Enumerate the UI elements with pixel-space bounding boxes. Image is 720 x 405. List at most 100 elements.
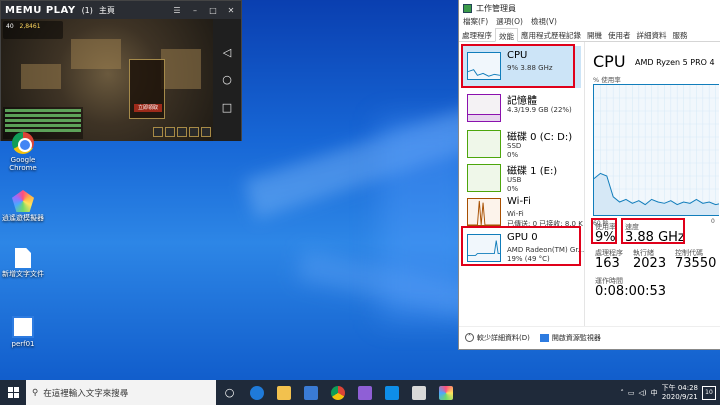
skill-bar[interactable] bbox=[153, 127, 211, 137]
player-level: 40 bbox=[6, 23, 14, 30]
skill-slot[interactable] bbox=[201, 127, 211, 137]
system-tray[interactable]: ˄ ▭ ◁) 中 下午 04:28 2020/9/21 10 bbox=[620, 384, 720, 402]
maximize-icon[interactable]: □ bbox=[207, 6, 219, 15]
resource-monitor-icon bbox=[539, 333, 549, 342]
memu-colored-icon[interactable] bbox=[432, 380, 459, 405]
handles-value: 73550 bbox=[675, 256, 717, 271]
emulator-window[interactable]: MEMU PLAY (1) 主頁 ☰ – □ ✕ 40 2,8461 立即領取 … bbox=[0, 0, 242, 141]
emulator-tab[interactable]: 主頁 bbox=[99, 5, 115, 16]
performance-detail: CPU AMD Ryzen 5 PRO 4 % 使用率 60 秒 0 使用率 9… bbox=[591, 42, 719, 326]
desktop-icon-document[interactable]: 新增文字文件 bbox=[0, 248, 46, 278]
taskbar: ⚲ 在這裡輸入文字來搜尋 ○ ˄ ▭ ◁) 中 下午 04:28 2020/9/… bbox=[0, 380, 720, 405]
tab-app-history[interactable]: 應用程式歷程記錄 bbox=[518, 28, 584, 41]
network-icon[interactable]: ▭ bbox=[628, 389, 635, 397]
menu-icon[interactable]: ☰ bbox=[171, 6, 183, 15]
volume-icon[interactable]: ◁) bbox=[638, 389, 646, 397]
claim-button[interactable]: 立即領取 bbox=[134, 104, 162, 112]
edge-icon[interactable] bbox=[243, 380, 270, 405]
skill-slot[interactable] bbox=[165, 127, 175, 137]
search-placeholder: 在這裡輸入文字來搜尋 bbox=[43, 388, 129, 399]
highlight-gpu bbox=[461, 226, 581, 266]
memu-icon bbox=[12, 190, 34, 212]
game-screen[interactable]: 40 2,8461 立即領取 bbox=[1, 19, 215, 141]
emulator-titlebar[interactable]: MEMU PLAY (1) 主頁 ☰ – □ ✕ bbox=[1, 1, 241, 19]
highlight-speed bbox=[621, 218, 685, 244]
teamviewer-icon[interactable] bbox=[378, 380, 405, 405]
x-axis-right: 0 bbox=[711, 218, 715, 225]
emulator-title: MEMU PLAY bbox=[5, 4, 76, 16]
menu-view[interactable]: 檢視(V) bbox=[531, 16, 557, 28]
skill-slot[interactable] bbox=[153, 127, 163, 137]
tab-startup[interactable]: 開機 bbox=[584, 28, 605, 41]
performance-icon bbox=[12, 316, 34, 338]
chrome-icon bbox=[12, 132, 34, 154]
menu-file[interactable]: 檔案(F) bbox=[463, 16, 488, 28]
resource-subtitle: Wi-Fi bbox=[507, 210, 524, 218]
resource-title: 磁碟 0 (C: D:) bbox=[507, 132, 573, 143]
chevron-up-icon: ˄ bbox=[465, 333, 474, 342]
desktop-icon-chrome[interactable]: Google Chrome bbox=[0, 132, 46, 172]
cpu-model: AMD Ryzen 5 PRO 4 bbox=[635, 58, 715, 67]
player-gold: 2,8461 bbox=[19, 23, 41, 30]
utilization-label: % 使用率 bbox=[593, 76, 621, 84]
uptime-value: 0:08:00:53 bbox=[595, 284, 667, 299]
desktop-icon-memu[interactable]: 逍遙遊模擬器 bbox=[0, 190, 46, 222]
tab-bar[interactable]: 處理程序 效能 應用程式歷程記錄 開機 使用者 詳細資料 服務 bbox=[459, 28, 720, 42]
close-icon[interactable]: ✕ bbox=[225, 6, 237, 15]
tab-details[interactable]: 詳細資料 bbox=[634, 28, 670, 41]
task-manager-titlebar[interactable]: 工作管理員 bbox=[459, 0, 720, 16]
player-hud: 40 2,8461 bbox=[3, 21, 63, 39]
resource-title: 磁碟 1 (E:) bbox=[507, 166, 558, 177]
disk1-thumbnail bbox=[467, 164, 501, 192]
back-icon[interactable]: ◁ bbox=[223, 46, 231, 59]
tab-services[interactable]: 服務 bbox=[670, 28, 691, 41]
task-manager-footer: ˄ 較少詳細資料(D) 開啟資源監視器 bbox=[459, 326, 720, 348]
input-method-icon[interactable]: 中 bbox=[651, 388, 658, 398]
file-explorer-icon[interactable] bbox=[270, 380, 297, 405]
notification-center-icon[interactable]: 10 bbox=[702, 385, 716, 400]
tab-performance[interactable]: 效能 bbox=[495, 28, 518, 42]
highlight-usage bbox=[591, 218, 617, 244]
search-box[interactable]: ⚲ 在這裡輸入文字來搜尋 bbox=[26, 380, 216, 405]
highlight-cpu bbox=[461, 44, 575, 88]
search-icon: ⚲ bbox=[32, 387, 39, 398]
chrome-icon[interactable] bbox=[324, 380, 351, 405]
skill-slot[interactable] bbox=[177, 127, 187, 137]
resource-subtitle: SSD bbox=[507, 142, 522, 150]
tab-users[interactable]: 使用者 bbox=[605, 28, 634, 41]
store-icon[interactable] bbox=[297, 380, 324, 405]
folder-icon[interactable] bbox=[405, 380, 432, 405]
minimize-icon[interactable]: – bbox=[189, 6, 201, 15]
start-button[interactable] bbox=[0, 380, 26, 405]
task-manager-window[interactable]: 工作管理員 檔案(F) 選項(O) 檢視(V) 處理程序 效能 應用程式歷程記錄… bbox=[458, 0, 720, 350]
fewer-details-link[interactable]: ˄ 較少詳細資料(D) bbox=[465, 333, 530, 343]
resource-title: Wi-Fi bbox=[507, 196, 531, 207]
menu-bar[interactable]: 檔案(F) 選項(O) 檢視(V) bbox=[459, 16, 720, 28]
disk0-thumbnail bbox=[467, 130, 501, 158]
task-manager-title: 工作管理員 bbox=[476, 3, 516, 13]
desktop-icon-perf[interactable]: perf01 bbox=[0, 316, 46, 348]
reward-panel: 立即領取 bbox=[129, 59, 165, 119]
menu-options[interactable]: 選項(O) bbox=[496, 16, 523, 28]
open-resource-monitor-link[interactable]: 開啟資源監視器 bbox=[539, 333, 601, 343]
resource-list[interactable]: CPU 9% 3.88 GHz 記憶體 4.3/19.9 GB (22%) 磁碟… bbox=[459, 42, 585, 326]
resource-subtitle: USB bbox=[507, 176, 522, 184]
clock[interactable]: 下午 04:28 2020/9/21 bbox=[662, 384, 698, 402]
home-icon[interactable]: ○ bbox=[222, 73, 232, 86]
skill-slot[interactable] bbox=[189, 127, 199, 137]
task-view-icon[interactable]: ○ bbox=[216, 380, 243, 405]
document-icon bbox=[15, 248, 31, 268]
task-manager-icon bbox=[463, 3, 472, 13]
emulator-sidebar[interactable]: ◁ ○ □ bbox=[213, 19, 241, 141]
windows-icon bbox=[7, 387, 19, 398]
chevron-up-icon[interactable]: ˄ bbox=[620, 389, 624, 397]
emulator-badge: (1) bbox=[81, 5, 93, 15]
resource-title: 記憶體 bbox=[507, 96, 537, 107]
recent-apps-icon[interactable]: □ bbox=[222, 101, 232, 114]
memu-icon[interactable] bbox=[351, 380, 378, 405]
memory-thumbnail bbox=[467, 94, 501, 122]
threads-value: 2023 bbox=[633, 256, 667, 271]
tab-processes[interactable]: 處理程序 bbox=[459, 28, 495, 41]
resource-subtitle: 4.3/19.9 GB (22%) bbox=[507, 106, 572, 114]
wallpaper-beam bbox=[380, 120, 470, 320]
